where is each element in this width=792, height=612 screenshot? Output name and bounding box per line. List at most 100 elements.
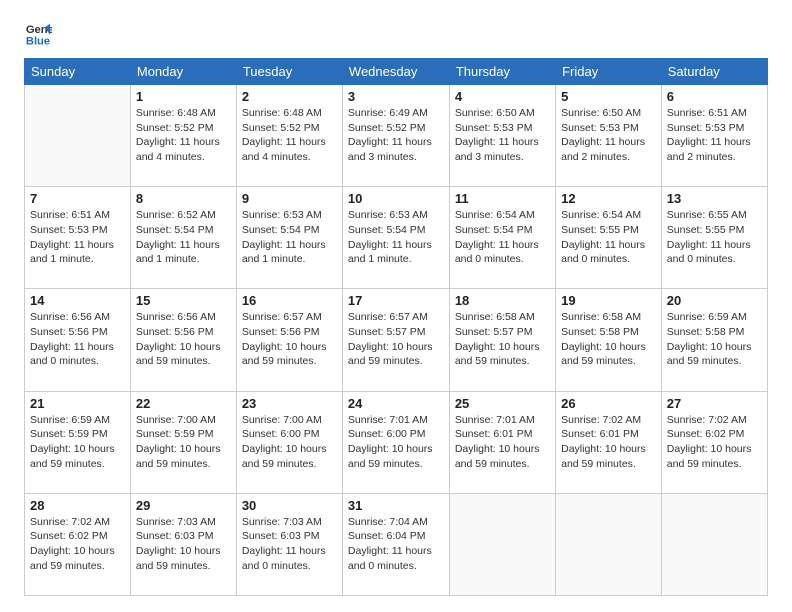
calendar-cell xyxy=(556,493,662,595)
calendar-cell: 13 Sunrise: 6:55 AM Sunset: 5:55 PM Dayli… xyxy=(661,187,767,289)
calendar-cell: 8 Sunrise: 6:52 AM Sunset: 5:54 PM Daylig… xyxy=(130,187,236,289)
day-info: Sunrise: 6:51 AM Sunset: 5:53 PM Dayligh… xyxy=(667,106,762,165)
calendar-cell: 1Sunrise: 6:48 AM Sunset: 5:52 PM Daylig… xyxy=(130,85,236,187)
day-number: 11 xyxy=(455,191,550,206)
day-number: 30 xyxy=(242,498,337,513)
day-info: Sunrise: 7:02 AM Sunset: 6:02 PM Dayligh… xyxy=(30,515,125,574)
day-number: 4 xyxy=(455,89,550,104)
day-info: Sunrise: 6:52 AM Sunset: 5:54 PM Dayligh… xyxy=(136,208,231,267)
calendar-cell: 7 Sunrise: 6:51 AM Sunset: 5:53 PM Daylig… xyxy=(25,187,131,289)
day-info: Sunrise: 6:57 AM Sunset: 5:57 PM Dayligh… xyxy=(348,310,444,369)
calendar-cell: 3 Sunrise: 6:49 AM Sunset: 5:52 PM Daylig… xyxy=(342,85,449,187)
calendar-cell: 14 Sunrise: 6:56 AM Sunset: 5:56 PM Dayli… xyxy=(25,289,131,391)
day-number: 27 xyxy=(667,396,762,411)
calendar-cell: 15 Sunrise: 6:56 AM Sunset: 5:56 PM Dayli… xyxy=(130,289,236,391)
day-number: 17 xyxy=(348,293,444,308)
calendar-cell xyxy=(661,493,767,595)
day-info: Sunrise: 6:51 AM Sunset: 5:53 PM Dayligh… xyxy=(30,208,125,267)
calendar-cell: 4Sunrise: 6:50 AM Sunset: 5:53 PM Daylig… xyxy=(449,85,555,187)
day-info: Sunrise: 6:53 AM Sunset: 5:54 PM Dayligh… xyxy=(242,208,337,267)
calendar-cell: 17 Sunrise: 6:57 AM Sunset: 5:57 PM Dayli… xyxy=(342,289,449,391)
calendar-cell: 20 Sunrise: 6:59 AM Sunset: 5:58 PM Dayli… xyxy=(661,289,767,391)
calendar-cell: 19 Sunrise: 6:58 AM Sunset: 5:58 PM Dayli… xyxy=(556,289,662,391)
day-info: Sunrise: 6:53 AM Sunset: 5:54 PM Dayligh… xyxy=(348,208,444,267)
header-day: Tuesday xyxy=(236,59,342,85)
calendar-cell: 26Sunrise: 7:02 AM Sunset: 6:01 PM Dayli… xyxy=(556,391,662,493)
calendar-week: 28Sunrise: 7:02 AM Sunset: 6:02 PM Dayli… xyxy=(25,493,768,595)
day-number: 13 xyxy=(667,191,762,206)
day-number: 19 xyxy=(561,293,656,308)
day-number: 18 xyxy=(455,293,550,308)
day-number: 16 xyxy=(242,293,337,308)
header-day: Friday xyxy=(556,59,662,85)
day-info: Sunrise: 6:56 AM Sunset: 5:56 PM Dayligh… xyxy=(136,310,231,369)
header-day: Saturday xyxy=(661,59,767,85)
calendar-cell: 12Sunrise: 6:54 AM Sunset: 5:55 PM Dayli… xyxy=(556,187,662,289)
page: General Blue SundayMondayTuesdayWednesda… xyxy=(0,0,792,612)
day-info: Sunrise: 6:48 AM Sunset: 5:52 PM Dayligh… xyxy=(242,106,337,165)
day-info: Sunrise: 6:55 AM Sunset: 5:55 PM Dayligh… xyxy=(667,208,762,267)
day-info: Sunrise: 6:54 AM Sunset: 5:54 PM Dayligh… xyxy=(455,208,550,267)
day-info: Sunrise: 6:48 AM Sunset: 5:52 PM Dayligh… xyxy=(136,106,231,165)
day-number: 14 xyxy=(30,293,125,308)
day-info: Sunrise: 6:49 AM Sunset: 5:52 PM Dayligh… xyxy=(348,106,444,165)
day-number: 15 xyxy=(136,293,231,308)
calendar-week: 14 Sunrise: 6:56 AM Sunset: 5:56 PM Dayli… xyxy=(25,289,768,391)
day-info: Sunrise: 6:59 AM Sunset: 5:58 PM Dayligh… xyxy=(667,310,762,369)
calendar-cell: 30 Sunrise: 7:03 AM Sunset: 6:03 PM Dayli… xyxy=(236,493,342,595)
header-day: Wednesday xyxy=(342,59,449,85)
calendar-week: 21 Sunrise: 6:59 AM Sunset: 5:59 PM Dayli… xyxy=(25,391,768,493)
calendar-week: 7 Sunrise: 6:51 AM Sunset: 5:53 PM Daylig… xyxy=(25,187,768,289)
calendar-cell: 10 Sunrise: 6:53 AM Sunset: 5:54 PM Dayli… xyxy=(342,187,449,289)
day-info: Sunrise: 6:56 AM Sunset: 5:56 PM Dayligh… xyxy=(30,310,125,369)
header-day: Monday xyxy=(130,59,236,85)
day-number: 9 xyxy=(242,191,337,206)
calendar-cell: 6 Sunrise: 6:51 AM Sunset: 5:53 PM Daylig… xyxy=(661,85,767,187)
calendar-week: 1Sunrise: 6:48 AM Sunset: 5:52 PM Daylig… xyxy=(25,85,768,187)
day-info: Sunrise: 6:58 AM Sunset: 5:58 PM Dayligh… xyxy=(561,310,656,369)
calendar-cell: 18 Sunrise: 6:58 AM Sunset: 5:57 PM Dayli… xyxy=(449,289,555,391)
day-number: 10 xyxy=(348,191,444,206)
logo-icon: General Blue xyxy=(24,20,52,48)
header-day: Sunday xyxy=(25,59,131,85)
calendar-cell: 24Sunrise: 7:01 AM Sunset: 6:00 PM Dayli… xyxy=(342,391,449,493)
day-number: 8 xyxy=(136,191,231,206)
day-info: Sunrise: 6:58 AM Sunset: 5:57 PM Dayligh… xyxy=(455,310,550,369)
day-info: Sunrise: 7:01 AM Sunset: 6:01 PM Dayligh… xyxy=(455,413,550,472)
day-number: 2 xyxy=(242,89,337,104)
day-number: 21 xyxy=(30,396,125,411)
calendar-cell xyxy=(449,493,555,595)
day-number: 7 xyxy=(30,191,125,206)
calendar-cell: 23 Sunrise: 7:00 AM Sunset: 6:00 PM Dayli… xyxy=(236,391,342,493)
day-number: 23 xyxy=(242,396,337,411)
header-row: SundayMondayTuesdayWednesdayThursdayFrid… xyxy=(25,59,768,85)
day-number: 25 xyxy=(455,396,550,411)
calendar-cell: 29 Sunrise: 7:03 AM Sunset: 6:03 PM Dayli… xyxy=(130,493,236,595)
logo: General Blue xyxy=(24,20,56,48)
calendar-cell: 5Sunrise: 6:50 AM Sunset: 5:53 PM Daylig… xyxy=(556,85,662,187)
day-info: Sunrise: 7:00 AM Sunset: 5:59 PM Dayligh… xyxy=(136,413,231,472)
day-info: Sunrise: 6:57 AM Sunset: 5:56 PM Dayligh… xyxy=(242,310,337,369)
svg-text:Blue: Blue xyxy=(26,35,50,47)
day-number: 3 xyxy=(348,89,444,104)
calendar-body: 1Sunrise: 6:48 AM Sunset: 5:52 PM Daylig… xyxy=(25,85,768,596)
header-day: Thursday xyxy=(449,59,555,85)
calendar-cell: 9 Sunrise: 6:53 AM Sunset: 5:54 PM Daylig… xyxy=(236,187,342,289)
day-info: Sunrise: 7:03 AM Sunset: 6:03 PM Dayligh… xyxy=(242,515,337,574)
calendar-cell: 2 Sunrise: 6:48 AM Sunset: 5:52 PM Daylig… xyxy=(236,85,342,187)
calendar-header: SundayMondayTuesdayWednesdayThursdayFrid… xyxy=(25,59,768,85)
day-info: Sunrise: 7:02 AM Sunset: 6:02 PM Dayligh… xyxy=(667,413,762,472)
day-info: Sunrise: 6:59 AM Sunset: 5:59 PM Dayligh… xyxy=(30,413,125,472)
day-info: Sunrise: 7:03 AM Sunset: 6:03 PM Dayligh… xyxy=(136,515,231,574)
calendar-cell: 28Sunrise: 7:02 AM Sunset: 6:02 PM Dayli… xyxy=(25,493,131,595)
day-number: 24 xyxy=(348,396,444,411)
day-number: 29 xyxy=(136,498,231,513)
day-number: 20 xyxy=(667,293,762,308)
header: General Blue xyxy=(24,20,768,48)
day-info: Sunrise: 7:00 AM Sunset: 6:00 PM Dayligh… xyxy=(242,413,337,472)
day-number: 31 xyxy=(348,498,444,513)
day-info: Sunrise: 6:54 AM Sunset: 5:55 PM Dayligh… xyxy=(561,208,656,267)
calendar-cell: 16 Sunrise: 6:57 AM Sunset: 5:56 PM Dayli… xyxy=(236,289,342,391)
day-number: 6 xyxy=(667,89,762,104)
calendar-cell xyxy=(25,85,131,187)
